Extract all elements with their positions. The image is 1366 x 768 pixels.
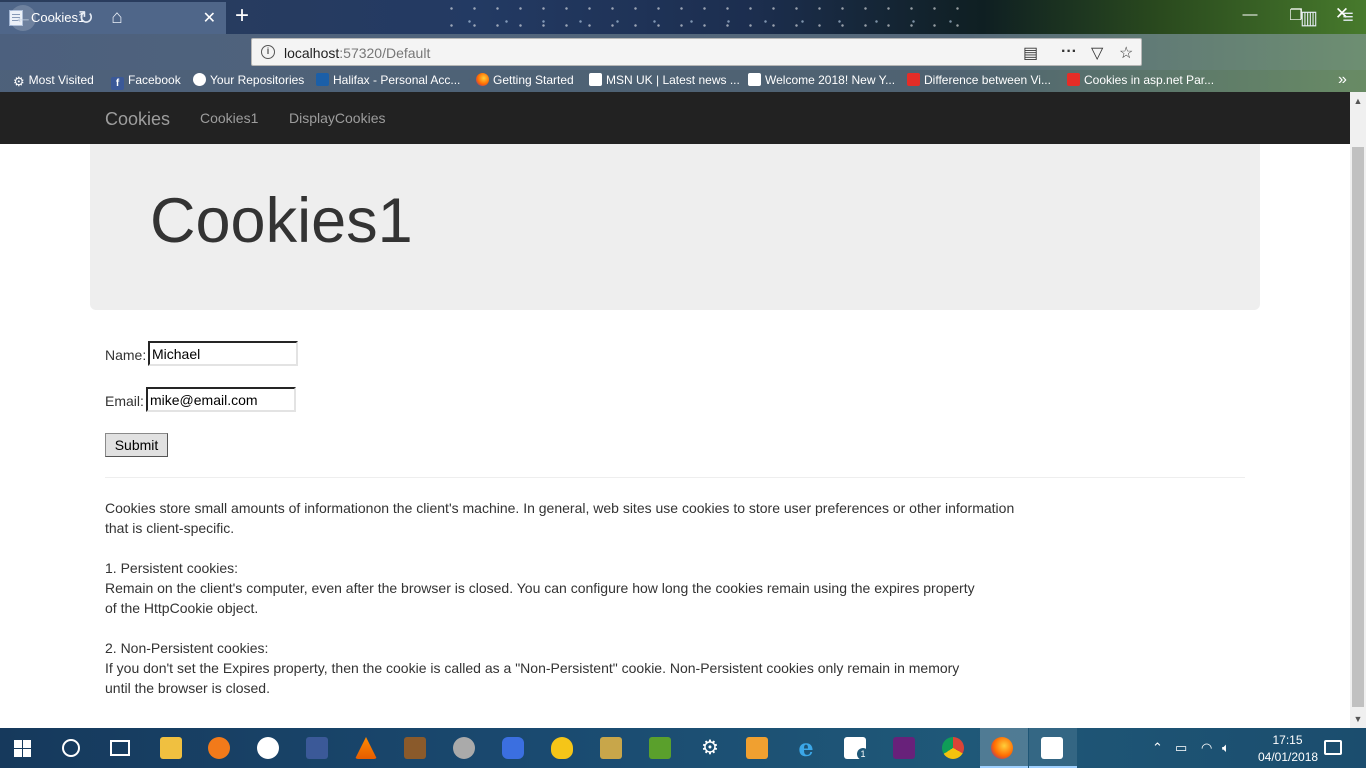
pocket-icon[interactable]: ▽: [1091, 43, 1103, 63]
msn-icon: [748, 73, 761, 86]
notepad-plus-icon[interactable]: [649, 737, 671, 759]
chevron-right-icon[interactable]: »: [1338, 71, 1347, 89]
mail-icon[interactable]: 1: [844, 737, 869, 760]
back-button[interactable]: ←: [10, 5, 36, 31]
volume-icon[interactable]: 🔈︎: [1222, 740, 1230, 756]
scrollbar-thumb[interactable]: [1352, 147, 1364, 707]
chrome-icon[interactable]: [942, 737, 964, 759]
firefox-taskbar-icon[interactable]: [991, 737, 1013, 759]
intro-line-1: Cookies store small amounts of informati…: [105, 500, 1015, 516]
bookmark-halifax[interactable]: Halifax - Personal Acc...: [316, 73, 460, 87]
swiftkey-icon[interactable]: [502, 737, 524, 759]
bookmark-facebook[interactable]: f Facebook: [111, 73, 181, 90]
nav-link-cookies1[interactable]: Cookies1: [200, 110, 258, 126]
menu-icon[interactable]: ≡: [1336, 7, 1360, 29]
scroll-up-icon[interactable]: ▲: [1350, 96, 1366, 106]
reader-view-icon[interactable]: ▤: [1023, 43, 1038, 63]
action-center-icon[interactable]: [1324, 740, 1342, 755]
facebook-app-icon[interactable]: [306, 737, 328, 759]
youtube-icon: [907, 73, 920, 86]
site-info-icon[interactable]: i: [261, 45, 275, 59]
bookmark-difference-between[interactable]: Difference between Vi...: [907, 73, 1051, 87]
nonpersistent-line-2: until the browser is closed.: [105, 680, 270, 696]
bookmark-cookies-asp[interactable]: Cookies in asp.net Par...: [1067, 73, 1214, 87]
internet-explorer-icon[interactable]: e: [795, 736, 817, 760]
visual-studio-icon[interactable]: [893, 737, 915, 759]
wifi-icon[interactable]: ◠: [1201, 740, 1212, 756]
bookmark-your-repositories[interactable]: Your Repositories: [193, 73, 304, 87]
library-icon[interactable]: ▥: [1297, 7, 1321, 30]
bookmark-welcome-2018[interactable]: Welcome 2018! New Y...: [748, 73, 895, 87]
dosbox-icon[interactable]: [404, 737, 426, 759]
cortana-search-icon[interactable]: [62, 739, 80, 757]
jumbotron: Cookies1: [90, 144, 1260, 310]
firefox-icon: [476, 73, 489, 86]
vlc-icon[interactable]: [355, 737, 377, 759]
more-actions-icon[interactable]: ···: [1061, 43, 1077, 61]
bookmark-most-visited[interactable]: ⚙ Most Visited: [13, 73, 94, 89]
task-view-icon[interactable]: [110, 740, 130, 756]
battery-icon[interactable]: ▭: [1175, 740, 1187, 756]
name-input[interactable]: [148, 341, 298, 366]
persistent-line-1: Remain on the client's computer, even af…: [105, 580, 975, 596]
name-label: Name:: [105, 347, 147, 363]
nonpersistent-line-1: If you don't set the Expires property, t…: [105, 660, 960, 676]
nonpersistent-section: 2. Non-Persistent cookies: If you don't …: [105, 638, 1045, 698]
minimize-button[interactable]: —: [1239, 6, 1261, 23]
web-page: Cookies Cookies1 DisplayCookies Cookies1…: [0, 92, 1350, 728]
settings-gear-icon[interactable]: ⚙: [698, 737, 722, 759]
clock-time[interactable]: 17:15: [1265, 733, 1310, 747]
halifax-icon: [316, 73, 329, 86]
persistent-line-2: of the HttpCookie object.: [105, 600, 259, 616]
divider: [105, 477, 1245, 478]
github-icon: [193, 73, 206, 86]
close-tab-icon[interactable]: ✕: [203, 8, 216, 28]
xbox-icon[interactable]: [257, 737, 279, 759]
reload-button[interactable]: ↻: [74, 7, 98, 30]
browser-titlebar: Cookies1 ✕ + — ❐ ✕: [0, 0, 1366, 92]
mail-badge: 1: [857, 748, 869, 760]
windows-start-icon[interactable]: [14, 740, 32, 758]
avast-icon[interactable]: [208, 737, 230, 759]
nav-link-displaycookies[interactable]: DisplayCookies: [289, 110, 385, 126]
tools-icon[interactable]: [600, 737, 622, 759]
intro-line-2: that is client-specific.: [105, 520, 235, 536]
site-brand-link[interactable]: Cookies: [105, 109, 170, 130]
home-button[interactable]: ⌂: [105, 7, 129, 29]
media-player-icon[interactable]: [746, 737, 768, 759]
sd-icon[interactable]: [453, 737, 475, 759]
bookmark-getting-started[interactable]: Getting Started: [476, 73, 574, 87]
site-navbar: Cookies Cookies1 DisplayCookies: [0, 92, 1350, 144]
bookmarks-toolbar: ⚙ Most Visited f Facebook Your Repositorie…: [0, 70, 1366, 92]
msn-icon: [589, 73, 602, 86]
nonpersistent-heading: 2. Non-Persistent cookies:: [105, 640, 269, 656]
submit-button[interactable]: Submit: [105, 433, 168, 457]
new-tab-button[interactable]: +: [232, 3, 252, 29]
persistent-section: 1. Persistent cookies: Remain on the cli…: [105, 558, 1045, 618]
photos-icon[interactable]: [1041, 737, 1063, 759]
rubber-duck-icon[interactable]: [551, 737, 573, 759]
page-title: Cookies1: [150, 186, 413, 256]
persistent-heading: 1. Persistent cookies:: [105, 560, 239, 576]
intro-paragraph: Cookies store small amounts of informati…: [105, 498, 1045, 538]
scroll-down-icon[interactable]: ▼: [1350, 714, 1366, 724]
page-scrollbar[interactable]: ▲ ▼: [1350, 92, 1366, 728]
tray-chevron-icon[interactable]: ⌃: [1152, 740, 1163, 756]
gear-icon: ⚙: [13, 74, 25, 89]
bookmark-star-icon[interactable]: ☆: [1119, 43, 1133, 63]
bookmark-msn-uk[interactable]: MSN UK | Latest news ...: [589, 73, 740, 87]
forward-button[interactable]: →: [40, 7, 64, 29]
youtube-icon: [1067, 73, 1080, 86]
url-host: localhost: [284, 45, 340, 61]
clock-date[interactable]: 04/01/2018: [1258, 750, 1318, 764]
file-explorer-icon[interactable]: [160, 737, 182, 759]
email-input[interactable]: [146, 387, 296, 412]
address-bar[interactable]: i localhost:57320/Default ▤ ··· ▽ ☆: [251, 38, 1142, 66]
facebook-icon: f: [111, 77, 124, 90]
url-text[interactable]: localhost:57320/Default: [284, 45, 430, 61]
url-path: :57320/Default: [339, 45, 431, 61]
email-label: Email:: [105, 393, 144, 409]
